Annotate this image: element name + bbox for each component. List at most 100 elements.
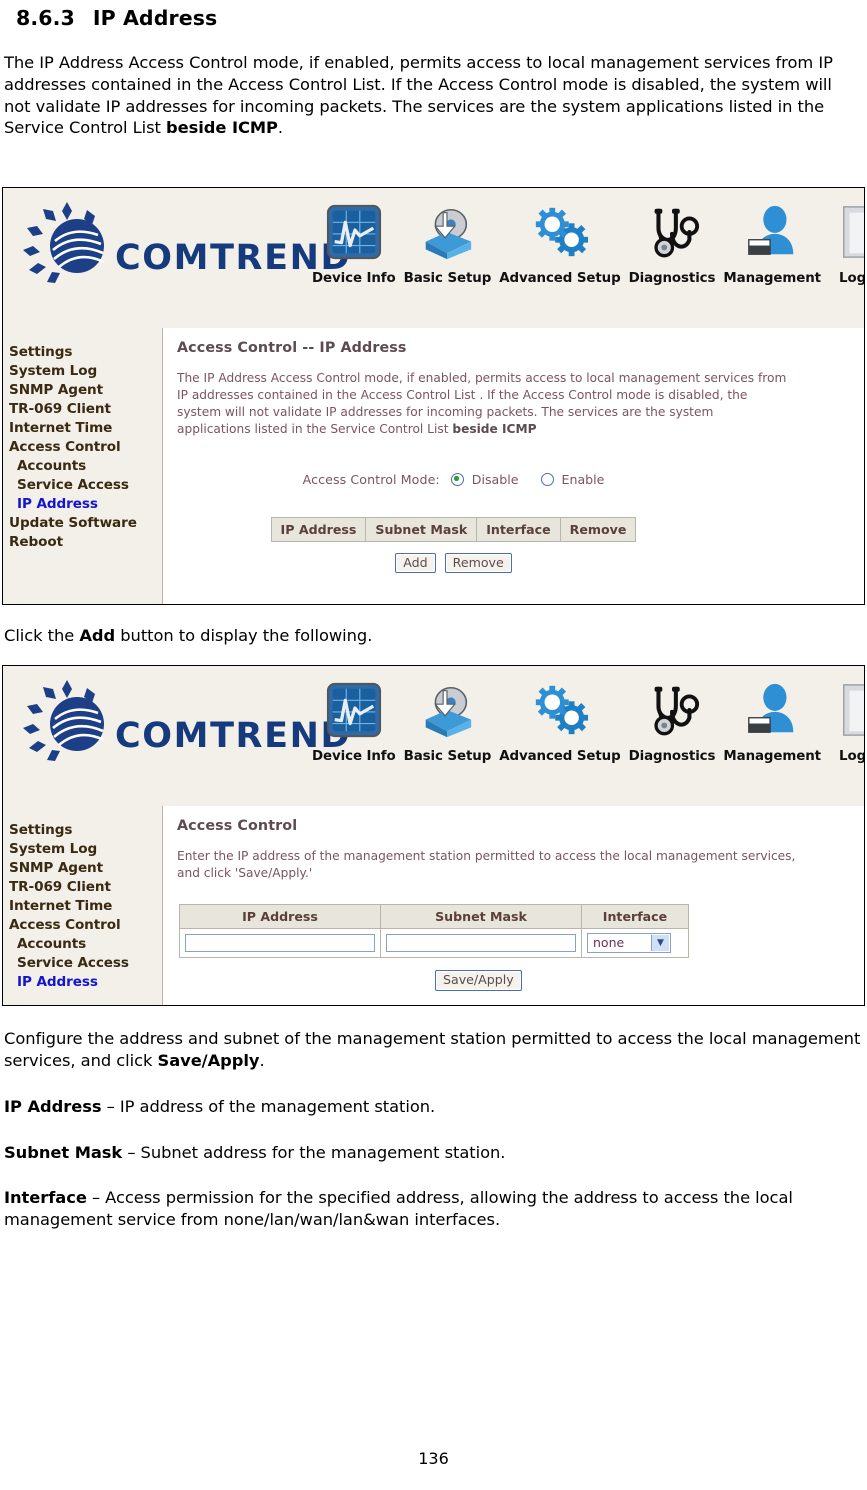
sidebar-item-internet-time[interactable]: Internet Time [3,896,162,915]
definition-interface: Interface – Access permission for the sp… [2,1187,865,1231]
nav-item-advanced-setup[interactable]: Advanced Setup [495,672,624,764]
radio-disable[interactable] [450,472,464,486]
router-body: Settings System Log SNMP Agent TR-069 Clien… [3,328,864,605]
sidebar-item-access-control[interactable]: Access Control [3,437,162,456]
sidebar-item-settings[interactable]: Settings [3,342,162,361]
sidebar-item-accounts[interactable]: Accounts [3,934,162,953]
definition-text-interface: – Access permission for the specified ad… [4,1188,793,1230]
sidebar-item-system-log[interactable]: System Log [3,361,162,380]
intro-tail: . [277,118,284,138]
cell-subnet-mask [380,927,582,958]
sidebar-item-service-access[interactable]: Service Access [3,475,162,494]
nav-label: Diagnostics [628,271,716,287]
sidebar-item-tr-069-client[interactable]: TR-069 Client [3,877,162,896]
nav-label: Advanced Setup [499,271,621,287]
column-header-interface: Interface [581,903,689,929]
nav-item-diagnostics[interactable]: Diagnostics [625,194,720,286]
basic-setup-icon [411,672,483,748]
comtrend-sun-globe-icon [23,680,105,762]
nav-label: Device Info [312,271,396,287]
interface-select[interactable]: none ▼ [587,932,671,953]
table-header-row: IP Address Subnet Mask Interface [179,903,689,929]
main-content-panel-2: Access Control Enter the IP address of t… [163,806,864,1006]
sidebar-item-tr-069-client[interactable]: TR-069 Client [3,399,162,418]
sidebar-menu-2[interactable]: Settings System Log SNMP Agent TR-069 Clien… [3,806,163,1006]
remove-button[interactable]: Remove [444,552,512,574]
nav-item-device-info[interactable]: Device Info [308,194,400,286]
access-control-list-table: IP Address Subnet Mask Interface Remove [270,516,637,542]
comtrend-logo: COMTREND [21,202,350,294]
comtrend-sun-globe-icon [23,202,105,284]
panel-description-emphasis: beside ICMP [452,421,537,436]
nav-item-management[interactable]: Management [719,672,825,764]
radio-enable[interactable] [540,472,554,486]
nav-label: Management [723,271,821,287]
router-header: COMTREND Device Info Basic Setup Advance… [3,188,865,329]
sidebar-item-system-log[interactable]: System Log [3,839,162,858]
page-number: 136 [418,1449,449,1468]
subnet-mask-input[interactable] [386,933,576,952]
intro-text: The IP Address Access Control mode, if e… [4,53,833,138]
nav-item-logout[interactable]: Logout [825,194,865,287]
configure-paragraph: Configure the address and subnet of the … [2,1028,865,1072]
sidebar-item-settings[interactable]: Settings [3,820,162,839]
sidebar-item-reboot[interactable]: Reboot [3,532,162,551]
nav-item-advanced-setup[interactable]: Advanced Setup [495,194,624,286]
manual-page: 8.6.3 IP Address The IP Address Access Co… [0,0,867,1490]
advanced-setup-icon [524,194,596,270]
access-control-add-table: IP Address Subnet Mask Interface none ▼ [179,903,689,958]
panel-description: Enter the IP address of the management s… [177,849,796,880]
section-title: IP Address [92,6,218,30]
add-button[interactable]: Add [395,552,436,574]
nav-label: Device Info [312,749,396,765]
sidebar-item-service-access[interactable]: Service Access [3,953,162,972]
sidebar-item-accounts[interactable]: Accounts [3,456,162,475]
sidebar-item-access-control[interactable]: Access Control [3,915,162,934]
advanced-setup-icon [524,672,596,748]
interface-select-value: none [593,935,625,951]
router-header-2: COMTREND Device Info Basic Setup Advance… [3,666,864,807]
nav-item-logout[interactable]: Logout [825,672,864,764]
main-navigation-2[interactable]: Device Info Basic Setup Advanced Setup D… [308,672,864,764]
definition-term-ip-address: IP Address [4,1096,102,1116]
main-navigation[interactable]: Device Info Basic Setup Advanced Setup D… [308,194,865,287]
nav-item-basic-setup[interactable]: Basic Setup [400,672,496,764]
column-header-ip-address: IP Address [179,903,381,929]
table-row: none ▼ [179,927,689,958]
table-header-row: IP Address Subnet Mask Interface Remove [270,516,637,542]
comtrend-logo-2: COMTREND [21,680,350,772]
nav-item-management[interactable]: Management [719,194,825,286]
add-action-buttons: Save/Apply [435,969,850,991]
nav-item-device-info[interactable]: Device Info [308,672,400,764]
nav-label: Basic Setup [403,749,492,765]
panel-title: Access Control -- IP Address [177,340,407,357]
router-body-2: Settings System Log SNMP Agent TR-069 Clien… [3,806,864,1006]
nav-item-diagnostics[interactable]: Diagnostics [625,672,720,764]
ip-address-input[interactable] [185,933,375,952]
click-add-emphasis: Add [79,626,116,646]
sidebar-item-internet-time[interactable]: Internet Time [3,418,162,437]
definition-text-subnet-mask: – Subnet address for the management stat… [122,1142,506,1162]
column-header-subnet-mask: Subnet Mask [380,903,582,929]
device-info-icon [318,194,390,270]
sidebar-item-ip-address[interactable]: IP Address [3,972,162,991]
column-header-subnet-mask: Subnet Mask [365,516,478,542]
definition-subnet-mask: Subnet Mask – Subnet address for the man… [2,1142,865,1164]
router-screenshot-ip-address-list: COMTREND Device Info Basic Setup Advance… [2,187,865,606]
sidebar-item-snmp-agent[interactable]: SNMP Agent [3,858,162,877]
nav-item-basic-setup[interactable]: Basic Setup [400,194,496,286]
diagnostics-icon [636,194,708,270]
radio-disable-label: Disable [471,471,519,487]
management-icon [736,672,808,748]
page-title: 8.6.3 IP Address [2,0,865,30]
sidebar-menu[interactable]: Settings System Log SNMP Agent TR-069 Clien… [3,328,163,605]
save-apply-button[interactable]: Save/Apply [435,969,522,991]
nav-label: Logout [839,271,865,287]
cell-interface: none ▼ [581,927,689,958]
nav-label: Management [723,749,821,765]
sidebar-item-snmp-agent[interactable]: SNMP Agent [3,380,162,399]
sidebar-item-update-software[interactable]: Update Software [3,513,162,532]
access-control-mode-label: Access Control Mode: [302,471,440,487]
sidebar-item-ip-address[interactable]: IP Address [3,494,162,513]
nav-label: Advanced Setup [499,749,621,765]
